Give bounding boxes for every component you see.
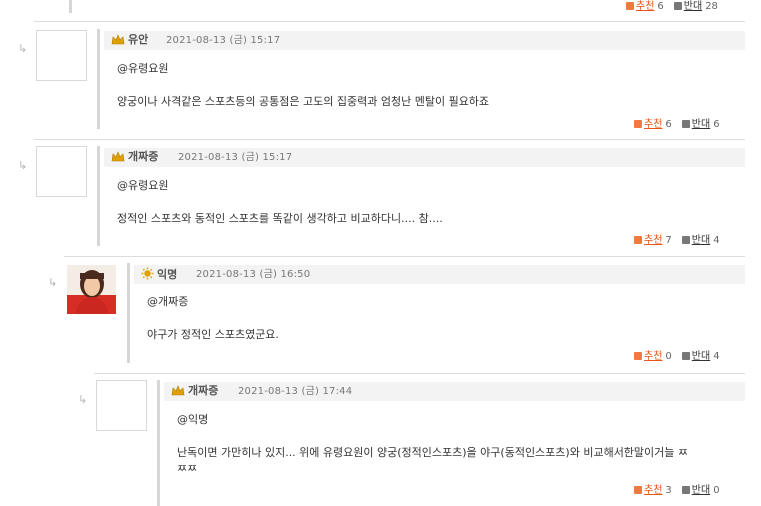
reply-arrow-icon: ↳: [18, 42, 28, 55]
divider: [64, 256, 745, 257]
upvote-count: 7: [665, 235, 672, 246]
upvote-link[interactable]: 추천: [636, 1, 654, 12]
comment-mention[interactable]: @익명: [177, 413, 208, 427]
thumbs-down-icon: [681, 352, 690, 360]
comment-body-line: ㅉㅉ: [177, 462, 198, 475]
comment-mention[interactable]: @유령요원: [117, 62, 168, 76]
upvote-count: 6: [657, 1, 664, 12]
downvote-count: 28: [705, 1, 718, 12]
comment-mention[interactable]: @유령요원: [117, 179, 168, 193]
vote-bar: 추천 6 반대 6: [634, 118, 720, 131]
comment-body-line: 난독이면 가만히나 있지... 위에 유령요원이 양궁(정적인스포츠)을 야구(…: [177, 446, 689, 459]
vote-bar: 추천 0 반대 4: [634, 350, 720, 363]
thumbs-down-icon: [681, 236, 690, 244]
downvote-count: 6: [713, 119, 720, 130]
comment-date: 2021-08-13 (금) 16:50: [196, 269, 311, 280]
comment-author[interactable]: 유안: [111, 33, 148, 47]
upvote-link[interactable]: 추천: [644, 351, 662, 362]
divider: [94, 373, 745, 374]
divider: [34, 21, 745, 22]
downvote-link[interactable]: 반대: [684, 1, 702, 12]
vote-bar: 추천 3 반대 0: [634, 484, 720, 497]
thumbs-down-icon: [673, 2, 682, 10]
comment-date: 2021-08-13 (금) 17:44: [238, 386, 353, 397]
upvote-link[interactable]: 추천: [644, 485, 662, 496]
downvote-count: 4: [713, 235, 720, 246]
avatar: [36, 146, 87, 197]
divider: [34, 139, 745, 140]
thumbs-up-icon: [634, 352, 642, 360]
thumbs-up-icon: [634, 486, 642, 494]
avatar: [36, 30, 87, 81]
crown-icon: [111, 151, 125, 162]
thumbs-down-icon: [681, 486, 690, 494]
upvote-link[interactable]: 추천: [644, 119, 662, 130]
thread-line: [97, 29, 100, 129]
upvote-count: 6: [665, 119, 672, 130]
nickname: 익명: [157, 268, 178, 281]
profile-photo-icon: [67, 265, 116, 314]
upvote-link[interactable]: 추천: [644, 235, 662, 246]
comment-body: 양궁이나 사격같은 스포츠등의 공통점은 고도의 집중력과 엄청난 멘탈이 필요…: [117, 95, 490, 108]
downvote-link[interactable]: 반대: [692, 235, 710, 246]
downvote-link[interactable]: 반대: [692, 485, 710, 496]
avatar: [67, 265, 116, 314]
comment-mention[interactable]: @개짜증: [147, 295, 188, 309]
reply-arrow-icon: ↳: [18, 159, 28, 172]
comment-date: 2021-08-13 (금) 15:17: [178, 152, 293, 163]
avatar: [96, 380, 147, 431]
comment-date: 2021-08-13 (금) 15:17: [166, 35, 281, 46]
upvote-count: 0: [665, 351, 672, 362]
thread-line: [157, 380, 160, 506]
thumbs-up-icon: [634, 236, 642, 244]
downvote-count: 0: [713, 485, 720, 496]
nickname: 개짜증: [128, 150, 159, 163]
upvote-count: 3: [665, 485, 672, 496]
vote-bar: 추천 6 반대 28: [626, 0, 718, 13]
reply-arrow-icon: ↳: [48, 276, 58, 289]
downvote-count: 4: [713, 351, 720, 362]
downvote-link[interactable]: 반대: [692, 351, 710, 362]
crown-icon: [171, 385, 185, 396]
comment-body: 정적인 스포츠와 동적인 스포츠를 똑같이 생각하고 비교하다니.... 참..…: [117, 212, 443, 225]
thumbs-up-icon: [626, 2, 634, 10]
comment-author[interactable]: 개짜증: [111, 150, 158, 164]
comment-body: 야구가 정적인 스포츠였군요.: [147, 328, 279, 341]
thread-line: [127, 263, 130, 363]
thumbs-down-icon: [681, 120, 690, 128]
thread-line: [97, 146, 100, 246]
thumbs-up-icon: [634, 120, 642, 128]
sun-badge-icon: [141, 267, 154, 280]
nickname: 개짜증: [188, 384, 219, 397]
reply-arrow-icon: ↳: [78, 393, 88, 406]
nickname: 유안: [128, 33, 149, 46]
comment-author[interactable]: 익명: [141, 267, 177, 282]
crown-icon: [111, 34, 125, 45]
thread-line: [69, 0, 72, 13]
comment-author[interactable]: 개짜증: [171, 384, 218, 398]
vote-bar: 추천 7 반대 4: [634, 234, 720, 247]
downvote-link[interactable]: 반대: [692, 119, 710, 130]
